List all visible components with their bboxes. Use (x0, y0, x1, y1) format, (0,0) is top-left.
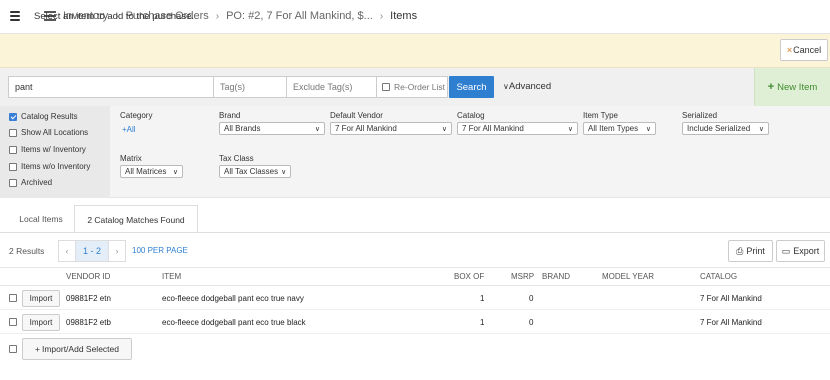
tab-local-items[interactable]: Local Items (9, 205, 73, 233)
items-with-inventory-checkbox[interactable] (9, 145, 17, 154)
brand-select[interactable]: All Brands ∨ (219, 122, 325, 135)
chevron-down-icon: ∨ (645, 125, 651, 133)
brand-label: Brand (219, 111, 241, 120)
catalog-cell: 7 For All Mankind (700, 294, 762, 303)
tax-class-label: Tax Class (219, 154, 254, 163)
next-page-icon[interactable]: › (109, 241, 125, 261)
breadcrumb-po[interactable]: PO: #2, 7 For All Mankind, $... (226, 10, 373, 22)
col-item[interactable]: ITEM (162, 272, 181, 281)
tab-catalog-matches[interactable]: 2 Catalog Matches Found (74, 205, 198, 233)
exclude-tags-input[interactable]: Exclude Tag(s) (286, 76, 377, 98)
cancel-button[interactable]: × Cancel (780, 39, 828, 61)
vendor-select[interactable]: 7 For All Mankind ∨ (330, 122, 452, 135)
chevron-down-icon: ∨ (567, 125, 573, 133)
archived-checkbox[interactable] (9, 178, 17, 187)
results-count: 2 Results (9, 246, 45, 256)
tab-divider (0, 232, 830, 233)
col-msrp[interactable]: MSRP (511, 272, 534, 281)
printer-icon: ⎙ (736, 245, 744, 256)
option-items-with-inventory[interactable]: Items w/ Inventory (9, 145, 86, 154)
page-range[interactable]: 1 - 2 (75, 241, 109, 261)
items-without-inventory-checkbox[interactable] (9, 162, 17, 171)
menu-icon[interactable] (10, 11, 20, 21)
catalog-results-checkbox[interactable] (9, 112, 17, 121)
reorder-checkbox[interactable] (382, 83, 390, 91)
vendor-id-cell: 09881F2 etn (66, 294, 111, 303)
option-archived[interactable]: Archived (9, 178, 52, 187)
msrp-cell: 0 (529, 318, 534, 327)
category-label: Category (120, 111, 153, 120)
item-cell: eco-fleece dodgeball pant eco true navy (162, 294, 304, 303)
option-items-without-inventory[interactable]: Items w/o Inventory (9, 162, 90, 171)
plus-icon: + (35, 344, 40, 354)
notice-text: Select an item to add to the purchase. (34, 11, 195, 22)
catalog-label: Catalog (457, 111, 485, 120)
box-of-cell: 1 (480, 318, 485, 327)
export-button[interactable]: ▭ Export (776, 240, 825, 262)
show-all-locations-checkbox[interactable] (9, 128, 17, 137)
new-item-button[interactable]: + New Item (754, 68, 830, 106)
category-all-tag[interactable]: +All (122, 125, 136, 134)
matrix-label: Matrix (120, 154, 142, 163)
item-type-select[interactable]: All Item Types ∨ (583, 122, 656, 135)
import-add-selected-button[interactable]: + Import/Add Selected (22, 338, 132, 360)
plus-icon: + (767, 81, 775, 93)
chevron-down-icon: ∨ (281, 168, 287, 176)
per-page-select[interactable]: 100 PER PAGE (132, 246, 188, 255)
export-icon: ▭ (781, 245, 791, 256)
item-type-label: Item Type (583, 111, 618, 120)
col-box-of[interactable]: BOX OF (454, 272, 484, 281)
col-vendor-id[interactable]: VENDOR ID (66, 272, 110, 281)
reorder-list-toggle[interactable]: Re-Order List (376, 76, 448, 98)
catalog-cell: 7 For All Mankind (700, 318, 762, 327)
row-checkbox[interactable] (9, 318, 17, 326)
box-of-cell: 1 (480, 294, 485, 303)
col-model-year[interactable]: MODEL YEAR (602, 272, 654, 281)
chevron-down-icon: ∨ (758, 125, 764, 133)
select-all-checkbox[interactable] (9, 345, 17, 353)
serialized-select[interactable]: Include Serialized ∨ (682, 122, 769, 135)
vendor-label: Default Vendor (330, 111, 383, 120)
close-icon: × (786, 45, 793, 55)
item-cell: eco-fleece dodgeball pant eco true black (162, 318, 306, 327)
vendor-id-cell: 09881F2 etb (66, 318, 111, 327)
breadcrumb-current: Items (390, 10, 418, 22)
import-button[interactable]: Import (22, 314, 60, 331)
matrix-select[interactable]: All Matrices ∨ (120, 165, 183, 178)
chevron-right-icon: › (215, 10, 220, 22)
pagination: ‹ 1 - 2 › (58, 240, 126, 262)
chevron-down-icon: ∨ (441, 125, 447, 133)
serialized-label: Serialized (682, 111, 718, 120)
chevron-right-icon: › (379, 10, 384, 22)
search-button[interactable]: Search (449, 76, 494, 98)
tax-class-select[interactable]: All Tax Classes ∨ (219, 165, 291, 178)
print-button[interactable]: ⎙ Print (728, 240, 773, 262)
tags-input[interactable]: Tag(s) (213, 76, 287, 98)
option-show-all-locations[interactable]: Show All Locations (9, 128, 88, 137)
prev-page-icon[interactable]: ‹ (59, 241, 75, 261)
col-catalog[interactable]: CATALOG (700, 272, 737, 281)
search-input[interactable]: pant (8, 76, 214, 98)
chevron-down-icon: ∨ (314, 125, 320, 133)
notice-banner (0, 34, 830, 68)
option-catalog-results[interactable]: Catalog Results (9, 112, 77, 121)
col-brand[interactable]: BRAND (542, 272, 570, 281)
import-button[interactable]: Import (22, 290, 60, 307)
chevron-down-icon: ∨ (172, 168, 178, 176)
advanced-toggle[interactable]: ∨Advanced (503, 81, 551, 92)
row-checkbox[interactable] (9, 294, 17, 302)
catalog-select[interactable]: 7 For All Mankind ∨ (457, 122, 578, 135)
msrp-cell: 0 (529, 294, 534, 303)
